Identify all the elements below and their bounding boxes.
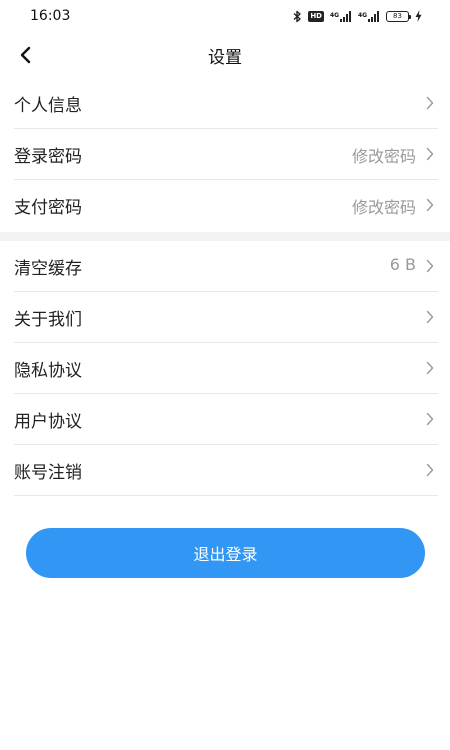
page-title: 设置 — [208, 48, 242, 68]
settings-group-account: 个人信息 登录密码 修改密码 支付密码 修改密码 — [0, 78, 450, 231]
row-label: 支付密码 — [14, 198, 82, 218]
status-icons: HD 4G 4G 83 — [293, 9, 422, 23]
charging-icon — [415, 10, 422, 22]
chevron-right-icon — [426, 147, 434, 161]
signal-icon — [340, 10, 351, 22]
chevron-right-icon — [426, 310, 434, 324]
settings-row-clear-cache[interactable]: 清空缓存 6 B — [14, 241, 438, 292]
signal-1: 4G — [330, 10, 352, 22]
chevron-right-icon — [426, 412, 434, 426]
chevron-right-icon — [426, 463, 434, 477]
row-value: 6 B — [389, 255, 416, 274]
chevron-right-icon — [426, 198, 434, 212]
settings-row-delete-account[interactable]: 账号注销 — [14, 445, 438, 496]
chevron-right-icon — [426, 96, 434, 110]
settings-group-general: 清空缓存 6 B 关于我们 隐私协议 用户协议 账号注销 — [0, 241, 450, 496]
settings-row-login-password[interactable]: 登录密码 修改密码 — [14, 129, 438, 180]
signal-icon — [368, 10, 379, 22]
status-bar: 16:03 HD 4G 4G 83 — [0, 0, 450, 32]
nav-bar: 设置 — [0, 32, 450, 78]
row-value: 修改密码 — [351, 198, 416, 217]
row-value: 修改密码 — [351, 147, 416, 166]
row-label: 关于我们 — [14, 310, 82, 330]
battery-icon: 83 — [386, 10, 411, 22]
row-label: 清空缓存 — [14, 259, 82, 279]
row-label: 账号注销 — [14, 463, 82, 483]
row-label: 隐私协议 — [14, 361, 82, 381]
settings-row-payment-password[interactable]: 支付密码 修改密码 — [14, 180, 438, 231]
row-label: 个人信息 — [14, 96, 82, 116]
chevron-right-icon — [426, 259, 434, 273]
row-label: 用户协议 — [14, 412, 82, 432]
row-label: 登录密码 — [14, 147, 82, 167]
status-time: 16:03 — [30, 8, 71, 24]
settings-row-personal-info[interactable]: 个人信息 — [14, 78, 438, 129]
hd-badge: HD — [308, 10, 324, 22]
settings-row-user-agreement[interactable]: 用户协议 — [14, 394, 438, 445]
section-divider — [0, 232, 450, 241]
signal-2: 4G — [358, 10, 380, 22]
settings-row-privacy-policy[interactable]: 隐私协议 — [14, 343, 438, 394]
logout-button[interactable]: 退出登录 — [26, 528, 425, 578]
chevron-right-icon — [426, 361, 434, 375]
settings-row-about-us[interactable]: 关于我们 — [14, 292, 438, 343]
bluetooth-icon — [293, 10, 302, 22]
network-type: 4G — [330, 12, 340, 19]
network-type: 4G — [358, 12, 368, 19]
